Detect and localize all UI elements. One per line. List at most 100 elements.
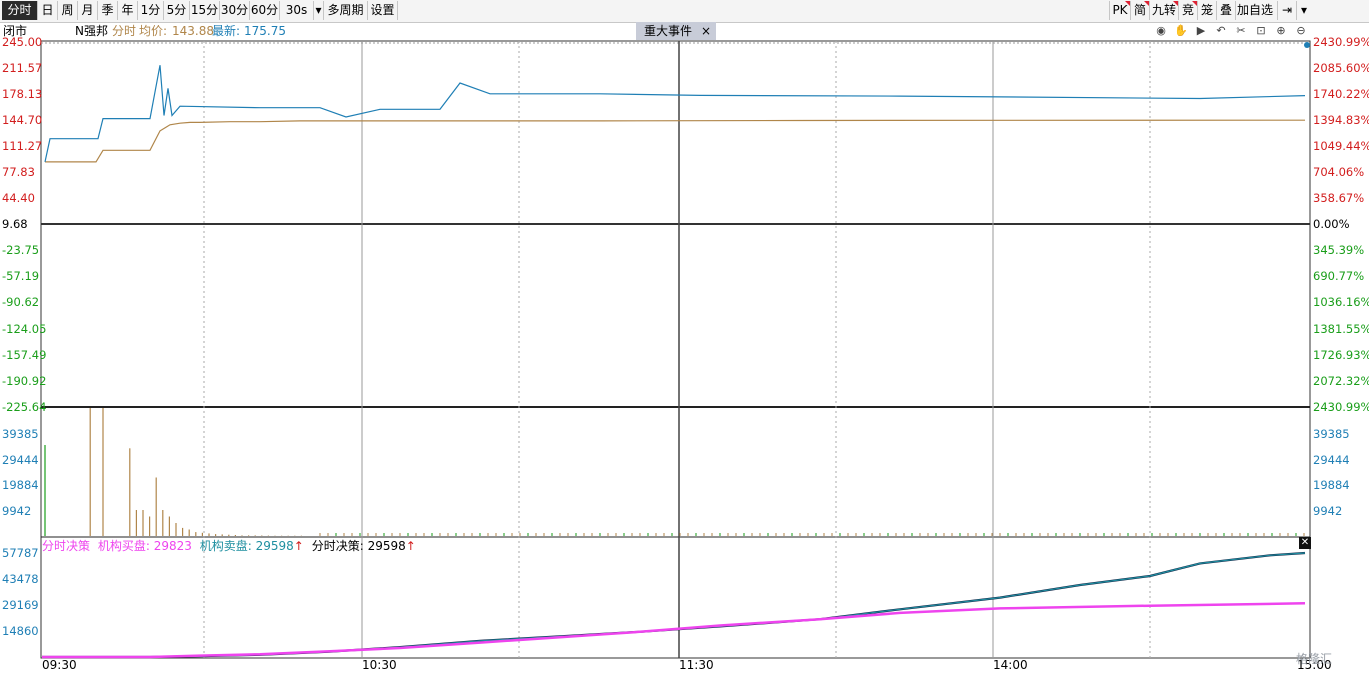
price-axis-left-label: 9.68: [2, 217, 28, 231]
toolbar-right-5[interactable]: 叠: [1216, 1, 1235, 20]
price-axis-right-label: 1394.83%: [1313, 113, 1369, 127]
toolbar-right-4[interactable]: 笼: [1197, 1, 1216, 20]
indicator-title[interactable]: 分时决策: [42, 539, 90, 553]
time-axis-label: 14:00: [993, 658, 1028, 672]
price-axis-left-label: 211.57: [2, 61, 43, 75]
indicator-header: 分时决策 机构买盘: 29823 机构卖盘: 29598↑ 分时决策: 2959…: [42, 538, 416, 554]
toolbar-right-1[interactable]: 简: [1130, 1, 1149, 20]
price-axis-right-label: 358.67%: [1313, 191, 1365, 205]
period-9[interactable]: 30分: [220, 1, 250, 20]
toolbar-dropdown-icon[interactable]: ▾: [1296, 1, 1311, 20]
watermark: 格隆汇: [1296, 652, 1333, 666]
toolbar-right-6[interactable]: 加自选: [1235, 1, 1274, 20]
indicator-axis-label: 14860: [2, 624, 39, 638]
price-axis-left-label: 245.00: [2, 35, 43, 49]
toolbar-right-0[interactable]: PK: [1109, 1, 1130, 20]
price-axis-left-label: -90.62: [2, 295, 40, 310]
volume-axis-label: 39385: [1313, 427, 1350, 441]
volume-axis-label: 39385: [2, 427, 39, 441]
zoom-out-icon[interactable]: ⊖: [1294, 24, 1308, 38]
volume-axis-label: 9942: [1313, 504, 1343, 518]
price-axis-left-label: -124.05: [2, 321, 47, 336]
sell-label: 机构卖盘:: [199, 539, 252, 553]
latest-price-label: 最新:: [212, 24, 241, 38]
volume-axis-label: 19884: [2, 478, 39, 492]
period-2[interactable]: 周: [58, 1, 78, 20]
volume-axis-label: 9942: [2, 504, 32, 518]
price-axis-left-label: 111.27: [2, 139, 43, 153]
toolbar-right-2[interactable]: 九转: [1149, 1, 1178, 20]
indicator-axis-label: 57787: [2, 546, 39, 560]
price-axis-left-label: -157.49: [2, 347, 47, 362]
buy-value: 29823: [153, 539, 192, 553]
buy-line: [42, 602, 1306, 659]
intraday-chart[interactable]: [0, 0, 1369, 676]
price-axis-left-label: -23.75: [2, 243, 40, 258]
price-axis-left-label: 178.13: [2, 87, 43, 101]
price-line: [44, 65, 1306, 163]
indicator-close-icon[interactable]: ✕: [1299, 537, 1311, 549]
decision-label: 分时决策:: [311, 539, 364, 553]
zoom-in-icon[interactable]: ⊕: [1274, 24, 1288, 38]
period-5[interactable]: 年: [118, 1, 138, 20]
price-axis-right-label: 1740.22%: [1313, 87, 1369, 101]
period-10[interactable]: 60分: [250, 1, 280, 20]
event-tab[interactable]: 重大事件 ×: [636, 22, 716, 40]
period-1[interactable]: 日: [38, 1, 58, 20]
mode-label: 分时: [112, 24, 137, 38]
chart-frame: [40, 40, 1311, 659]
period-13[interactable]: 设置: [368, 1, 398, 20]
price-axis-right-label: 345.39%: [1313, 243, 1365, 258]
period-3[interactable]: 月: [78, 1, 98, 20]
stock-name[interactable]: N强邦: [75, 22, 108, 40]
eye-icon[interactable]: ◉: [1154, 24, 1168, 38]
price-axis-left-label: -190.92: [2, 373, 47, 388]
avg-price-label: 均价:: [139, 24, 168, 38]
sell-line: [42, 552, 1306, 658]
period-12[interactable]: 多周期: [324, 1, 368, 20]
period-7[interactable]: 5分: [164, 1, 190, 20]
period-6[interactable]: 1分: [138, 1, 164, 20]
price-axis-left-label: 77.83: [2, 165, 35, 179]
price-axis-left-label: -57.19: [2, 269, 40, 284]
price-axis-right-label: 0.00%: [1313, 217, 1350, 231]
period-0[interactable]: 分时: [2, 1, 38, 20]
period-4[interactable]: 季: [98, 1, 118, 20]
avg-price-value: 143.88: [172, 24, 214, 38]
event-tab-close-icon[interactable]: ×: [701, 22, 711, 40]
indicator-axis-label: 29169: [2, 598, 39, 612]
decision-value: 29598: [367, 539, 406, 553]
price-axis-right-label: 2430.99%: [1313, 35, 1369, 49]
pin-sidebar-icon[interactable]: ⇥: [1277, 1, 1296, 20]
latest-price-value: 175.75: [244, 24, 286, 38]
price-axis-right-label: 1036.16%: [1313, 295, 1369, 310]
buy-label: 机构买盘:: [97, 539, 150, 553]
price-axis-right-label: 704.06%: [1313, 165, 1365, 179]
time-axis-label: 11:30: [679, 658, 714, 672]
price-axis-right-label: 2072.32%: [1313, 373, 1369, 388]
price-axis-right-label: 1381.55%: [1313, 321, 1369, 336]
toolbar-right-3[interactable]: 竞: [1178, 1, 1197, 20]
price-axis-right-label: 2085.60%: [1313, 61, 1369, 75]
period-8[interactable]: 15分: [190, 1, 220, 20]
lock-icon[interactable]: ⊡: [1254, 24, 1268, 38]
volume-axis-label: 29444: [1313, 453, 1350, 467]
volume-axis-label: 19884: [1313, 478, 1350, 492]
sell-value: 29598: [255, 539, 294, 553]
undo-icon[interactable]: ↶: [1214, 24, 1228, 38]
price-axis-right-label: 1049.44%: [1313, 139, 1369, 153]
volume-axis-label: 29444: [2, 453, 39, 467]
hand-icon[interactable]: ✋: [1174, 24, 1188, 38]
price-axis-right-label: 2430.99%: [1313, 400, 1369, 414]
period-11[interactable]: 30s: [280, 1, 314, 20]
last-price-marker: [1304, 42, 1310, 48]
price-axis-left-label: -225.64: [2, 400, 47, 414]
period-dropdown-icon[interactable]: ▾: [314, 1, 324, 20]
sell-arrow-icon: ↑: [293, 539, 304, 553]
price-axis-left-label: 144.70: [2, 113, 43, 127]
play-icon[interactable]: ▶: [1194, 24, 1208, 38]
scissors-icon[interactable]: ✂: [1234, 24, 1248, 38]
event-tab-label: 重大事件: [644, 24, 693, 38]
time-axis-label: 09:30: [42, 658, 77, 672]
sell-line-shadow: [42, 551, 1306, 659]
